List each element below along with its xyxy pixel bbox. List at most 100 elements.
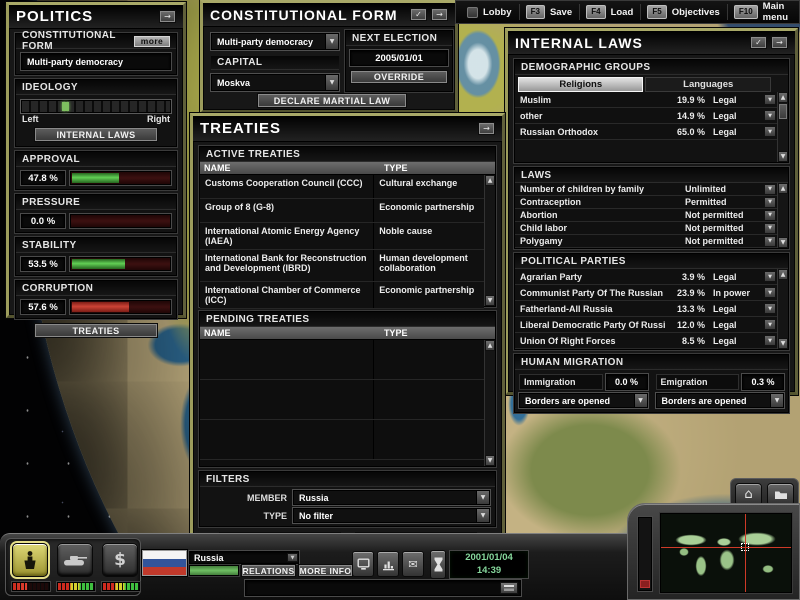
law-row[interactable]: Child labor Not permitted ▼	[515, 222, 777, 235]
dropdown-arrow-icon[interactable]: ▼	[476, 509, 489, 522]
main-menu-button[interactable]: F10 Main menu	[727, 3, 795, 21]
internal-laws-button[interactable]: INTERNAL LAWS	[34, 127, 158, 142]
religion-row[interactable]: Russian Orthodox 65.0 % Legal ▼	[515, 124, 777, 140]
override-button[interactable]: OVERRIDE	[350, 70, 448, 84]
tab-languages[interactable]: Languages	[645, 77, 770, 92]
zoom-slider-handle[interactable]	[640, 580, 650, 588]
expand-arrow-icon[interactable]: →	[478, 122, 495, 135]
expand-arrow-icon[interactable]: →	[159, 10, 176, 23]
name-column-header[interactable]: NAME	[200, 163, 380, 173]
time-control-button[interactable]	[430, 550, 446, 579]
party-row[interactable]: Communist Party Of The Russian Feder 23.…	[515, 285, 777, 301]
more-button[interactable]: more	[134, 36, 170, 47]
dropdown-arrow-icon[interactable]: ▼	[764, 271, 776, 282]
mail-button[interactable]: ✉	[402, 551, 424, 577]
country-name-bar[interactable]: Russia ▼	[189, 551, 299, 564]
scroll-down-icon[interactable]: ▼	[778, 237, 788, 248]
chart-button[interactable]	[377, 551, 399, 577]
government-form-dropdown[interactable]: Multi-party democracy ▼	[211, 33, 339, 50]
dropdown-arrow-icon[interactable]: ▼	[764, 287, 776, 298]
treaty-row[interactable]: International Chamber of Commerce (ICC) …	[200, 282, 484, 309]
scroll-up-icon[interactable]: ▲	[485, 340, 495, 351]
dropdown-arrow-icon[interactable]: ▼	[764, 303, 776, 314]
check-icon[interactable]: ✓	[410, 8, 427, 21]
dropdown-arrow-icon[interactable]: ▼	[770, 394, 783, 407]
capital-dropdown[interactable]: Moskva ▼	[211, 74, 339, 91]
lobby-button[interactable]: Lobby	[460, 3, 519, 21]
dropdown-arrow-icon[interactable]: ▼	[764, 236, 776, 247]
scrollbar[interactable]: ▲ ▼	[777, 269, 788, 349]
scroll-up-icon[interactable]: ▲	[485, 175, 495, 186]
dropdown-arrow-icon[interactable]: ▼	[287, 553, 298, 562]
religion-row[interactable]: other 14.9 % Legal ▼	[515, 108, 777, 124]
scrollbar[interactable]: ▲ ▼	[484, 175, 495, 306]
dropdown-arrow-icon[interactable]: ▼	[764, 335, 776, 346]
scroll-down-icon[interactable]: ▼	[485, 295, 495, 306]
emigration-policy-dropdown[interactable]: Borders are opened ▼	[656, 393, 785, 408]
politics-mode-button[interactable]	[12, 543, 48, 577]
scrollbar[interactable]: ▲ ▼	[777, 183, 788, 248]
dropdown-arrow-icon[interactable]: ▼	[325, 34, 338, 49]
military-mode-button[interactable]	[57, 543, 93, 577]
load-button[interactable]: F4 Load	[579, 3, 640, 21]
type-filter-dropdown[interactable]: No filter ▼	[293, 508, 490, 523]
dropdown-arrow-icon[interactable]: ▼	[764, 110, 776, 121]
relations-button[interactable]: RELATIONS	[241, 564, 296, 577]
treaty-row[interactable]: International Bank for Reconstruction an…	[200, 250, 484, 282]
dropdown-arrow-icon[interactable]: ▼	[764, 126, 776, 137]
party-row[interactable]: Union Of Right Forces 8.5 % Legal ▼	[515, 333, 777, 349]
scrollbar-thumb[interactable]	[779, 104, 787, 119]
expand-arrow-icon[interactable]: →	[431, 8, 448, 21]
dropdown-arrow-icon[interactable]: ▼	[764, 223, 776, 234]
scroll-down-icon[interactable]: ▼	[778, 151, 788, 162]
member-filter-dropdown[interactable]: Russia ▼	[293, 490, 490, 505]
check-icon[interactable]: ✓	[750, 36, 767, 49]
treaty-row[interactable]: Customs Cooperation Council (CCC) Cultur…	[200, 175, 484, 199]
monitor-button[interactable]	[352, 551, 374, 577]
scroll-down-icon[interactable]: ▼	[778, 338, 788, 349]
dropdown-arrow-icon[interactable]: ▼	[764, 184, 776, 195]
minimap-zoom-slider[interactable]	[638, 517, 652, 591]
type-column-header[interactable]: TYPE	[380, 328, 495, 338]
demographic-groups-label: DEMOGRAPHIC GROUPS	[515, 60, 788, 75]
type-column-header[interactable]: TYPE	[380, 163, 495, 173]
message-log-button[interactable]	[500, 582, 518, 594]
law-row[interactable]: Number of children by family Unlimited ▼	[515, 183, 777, 196]
treaty-row[interactable]: International Atomic Energy Agency (IAEA…	[200, 223, 484, 250]
law-row[interactable]: Abortion Not permitted ▼	[515, 209, 777, 222]
law-row[interactable]: Polygamy Not permitted ▼	[515, 235, 777, 248]
world-minimap[interactable]	[660, 513, 792, 593]
law-row[interactable]: Contraception Permitted ▼	[515, 196, 777, 209]
party-row[interactable]: Liberal Democratic Party Of Russia 12.0 …	[515, 317, 777, 333]
ideology-slider-marker[interactable]	[62, 102, 69, 111]
dropdown-arrow-icon[interactable]: ▼	[764, 94, 776, 105]
treaty-row[interactable]: Group of 8 (G-8) Economic partnership	[200, 199, 484, 223]
economy-mode-button[interactable]: $	[102, 543, 138, 577]
name-column-header[interactable]: NAME	[200, 328, 380, 338]
expand-arrow-icon[interactable]: →	[771, 36, 788, 49]
declare-martial-law-button[interactable]: DECLARE MARTIAL LAW	[257, 93, 407, 108]
dropdown-arrow-icon[interactable]: ▼	[764, 197, 776, 208]
religion-row[interactable]: Muslim 19.9 % Legal ▼	[515, 92, 777, 108]
objectives-button[interactable]: F5 Objectives	[640, 3, 726, 21]
party-row[interactable]: Agrarian Party 3.9 % Legal ▼	[515, 269, 777, 285]
scrollbar[interactable]: ▲ ▼	[777, 92, 788, 162]
scroll-up-icon[interactable]: ▲	[778, 183, 788, 194]
dropdown-arrow-icon[interactable]: ▼	[476, 491, 489, 504]
immigration-policy-dropdown[interactable]: Borders are opened ▼	[519, 393, 648, 408]
scroll-up-icon[interactable]: ▲	[778, 269, 788, 280]
party-row[interactable]: Fatherland-All Russia 13.3 % Legal ▼	[515, 301, 777, 317]
dropdown-arrow-icon[interactable]: ▼	[764, 210, 776, 221]
scroll-down-icon[interactable]: ▼	[485, 455, 495, 466]
dropdown-arrow-icon[interactable]: ▼	[764, 319, 776, 330]
treaties-button[interactable]: TREATIES	[34, 323, 158, 338]
dollar-icon: $	[114, 550, 126, 570]
tab-religions[interactable]: Religions	[518, 77, 643, 92]
scroll-up-icon[interactable]: ▲	[778, 92, 788, 103]
ideology-slider[interactable]	[21, 100, 171, 113]
more-info-button[interactable]: MORE INFO	[298, 564, 353, 577]
scrollbar[interactable]: ▲ ▼	[484, 340, 495, 466]
dropdown-arrow-icon[interactable]: ▼	[634, 394, 647, 407]
dropdown-arrow-icon[interactable]: ▼	[325, 75, 338, 90]
save-button[interactable]: F3 Save	[519, 3, 580, 21]
